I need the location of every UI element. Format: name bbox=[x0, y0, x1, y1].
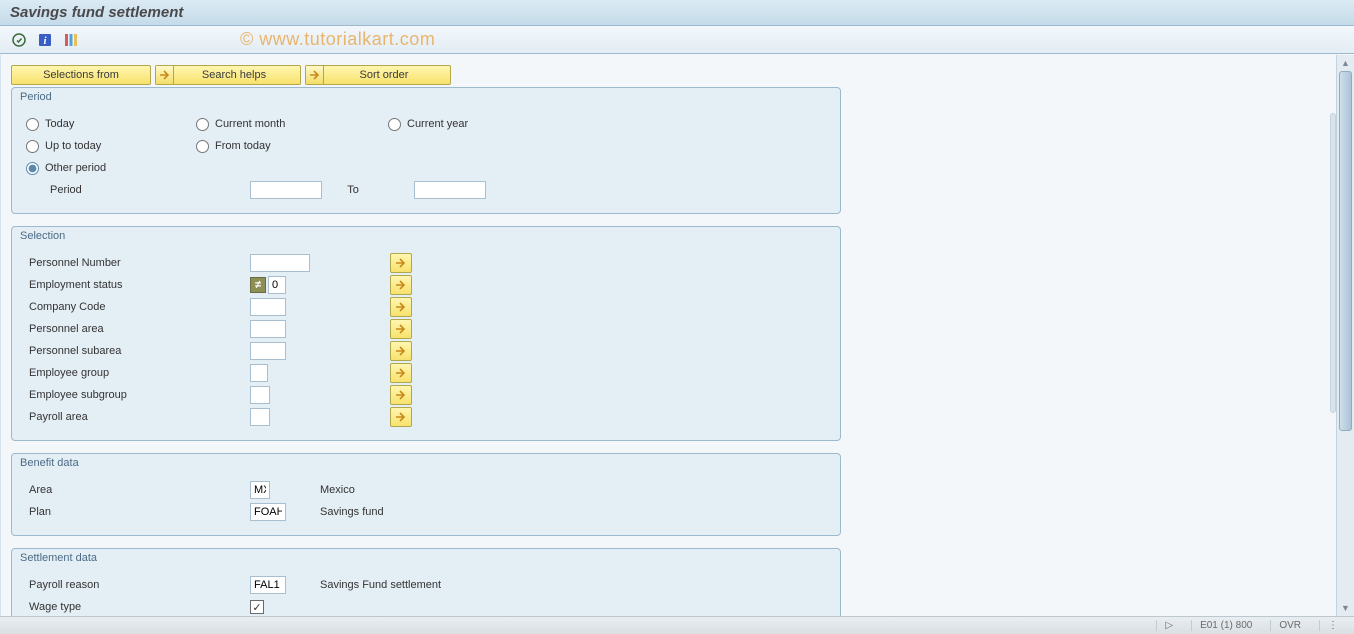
status-nav-icon[interactable]: ▷ bbox=[1156, 620, 1181, 631]
sort-order-label: Sort order bbox=[360, 69, 409, 81]
period-from-today-label: From today bbox=[215, 140, 271, 152]
company-code-input[interactable] bbox=[250, 298, 286, 316]
emp-group-multi-button[interactable] bbox=[390, 363, 412, 383]
emp-status-label: Employment status bbox=[26, 279, 250, 291]
search-helps-label: Search helps bbox=[202, 69, 266, 81]
area-desc: Mexico bbox=[310, 484, 355, 496]
emp-subgroup-multi-button[interactable] bbox=[390, 385, 412, 405]
settlement-group-title: Settlement data bbox=[12, 549, 840, 568]
pers-subarea-multi-button[interactable] bbox=[390, 341, 412, 361]
pers-subarea-label: Personnel subarea bbox=[26, 345, 250, 357]
toolbar: i bbox=[0, 26, 1354, 54]
period-today-label: Today bbox=[45, 118, 74, 130]
selection-group: Selection Personnel Number Employment st… bbox=[11, 226, 841, 441]
pers-area-label: Personnel area bbox=[26, 323, 250, 335]
status-system: E01 (1) 800 bbox=[1191, 620, 1260, 631]
page-title: Savings fund settlement bbox=[10, 4, 1344, 21]
pers-subarea-input[interactable] bbox=[250, 342, 286, 360]
selection-group-title: Selection bbox=[12, 227, 840, 246]
status-extra-icon: ⋮ bbox=[1319, 620, 1346, 631]
variant-icon[interactable] bbox=[62, 31, 80, 49]
emp-subgroup-label: Employee subgroup bbox=[26, 389, 250, 401]
benefit-group: Benefit data Area Mexico Plan Savings fu… bbox=[11, 453, 841, 536]
scroll-area: Selections from Search helps Sort order … bbox=[7, 55, 1327, 616]
payroll-area-multi-button[interactable] bbox=[390, 407, 412, 427]
plan-label: Plan bbox=[26, 506, 250, 518]
pers-area-input[interactable] bbox=[250, 320, 286, 338]
period-current-month-option[interactable]: Current month bbox=[196, 118, 388, 131]
period-up-to-today-label: Up to today bbox=[45, 140, 101, 152]
pernr-label: Personnel Number bbox=[26, 257, 250, 269]
period-current-year-label: Current year bbox=[407, 118, 468, 130]
period-up-to-today-option[interactable]: Up to today bbox=[26, 140, 196, 153]
emp-status-input[interactable] bbox=[268, 276, 286, 294]
info-icon[interactable]: i bbox=[36, 31, 54, 49]
payroll-area-label: Payroll area bbox=[26, 411, 250, 423]
emp-group-input[interactable] bbox=[250, 364, 268, 382]
scroll-track[interactable] bbox=[1337, 71, 1354, 600]
payroll-area-input[interactable] bbox=[250, 408, 270, 426]
settlement-group: Settlement data Payroll reason Savings F… bbox=[11, 548, 841, 616]
period-other-label: Other period bbox=[45, 162, 106, 174]
period-current-year-option[interactable]: Current year bbox=[388, 118, 588, 131]
content-area: Selections from Search helps Sort order … bbox=[0, 55, 1354, 616]
pernr-multi-button[interactable] bbox=[390, 253, 412, 273]
payroll-reason-input[interactable] bbox=[250, 576, 286, 594]
page-header: Savings fund settlement bbox=[0, 0, 1354, 26]
execute-icon[interactable] bbox=[10, 31, 28, 49]
scroll-down-icon[interactable]: ▼ bbox=[1337, 600, 1354, 616]
search-helps-button[interactable]: Search helps bbox=[155, 65, 301, 85]
period-from-today-option[interactable]: From today bbox=[196, 140, 388, 153]
area-label: Area bbox=[26, 484, 250, 496]
status-bar: ▷ E01 (1) 800 OVR ⋮ bbox=[0, 616, 1354, 634]
area-input[interactable] bbox=[250, 481, 270, 499]
not-equal-icon[interactable]: ≠ bbox=[250, 277, 266, 293]
sort-order-button[interactable]: Sort order bbox=[305, 65, 451, 85]
plan-input[interactable] bbox=[250, 503, 286, 521]
pers-area-multi-button[interactable] bbox=[390, 319, 412, 339]
emp-group-label: Employee group bbox=[26, 367, 250, 379]
scroll-up-icon[interactable]: ▲ bbox=[1337, 55, 1354, 71]
period-from-label: Period bbox=[26, 184, 250, 196]
payroll-reason-desc: Savings Fund settlement bbox=[310, 579, 441, 591]
payroll-reason-label: Payroll reason bbox=[26, 579, 250, 591]
plan-desc: Savings fund bbox=[310, 506, 384, 518]
vertical-scrollbar[interactable]: ▲ ▼ bbox=[1336, 55, 1354, 616]
period-today-option[interactable]: Today bbox=[26, 118, 196, 131]
wage-type-check-icon[interactable]: ✓ bbox=[250, 600, 264, 614]
status-ovr: OVR bbox=[1270, 620, 1309, 631]
wage-type-label: Wage type bbox=[26, 601, 250, 613]
period-current-month-label: Current month bbox=[215, 118, 285, 130]
period-to-label: To bbox=[322, 184, 414, 196]
company-code-multi-button[interactable] bbox=[390, 297, 412, 317]
period-to-input[interactable] bbox=[414, 181, 486, 199]
period-group-title: Period bbox=[12, 88, 840, 107]
arrow-right-icon bbox=[156, 66, 174, 84]
emp-subgroup-input[interactable] bbox=[250, 386, 270, 404]
period-other-option[interactable]: Other period bbox=[26, 162, 196, 175]
company-code-label: Company Code bbox=[26, 301, 250, 313]
inner-scrollbar[interactable] bbox=[1330, 113, 1336, 413]
arrow-right-icon bbox=[306, 66, 324, 84]
selections-from-button[interactable]: Selections from bbox=[11, 65, 151, 85]
selections-from-label: Selections from bbox=[43, 69, 119, 81]
scroll-thumb[interactable] bbox=[1339, 71, 1352, 431]
action-row: Selections from Search helps Sort order bbox=[11, 65, 1327, 85]
pernr-input[interactable] bbox=[250, 254, 310, 272]
period-group: Period Today Current month Current year … bbox=[11, 87, 841, 214]
benefit-group-title: Benefit data bbox=[12, 454, 840, 473]
period-from-input[interactable] bbox=[250, 181, 322, 199]
emp-status-multi-button[interactable] bbox=[390, 275, 412, 295]
